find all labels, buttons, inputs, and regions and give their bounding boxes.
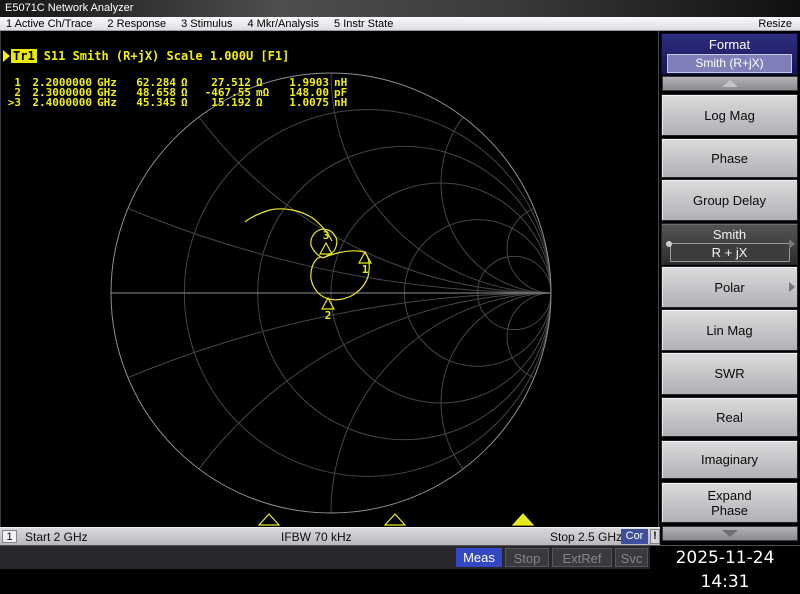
marker-row-3: >3 2.4000000 GHz 45.345 Ω 15.192 Ω 1.0075 nH (5, 96, 354, 109)
resize-button[interactable]: Resize (758, 18, 800, 30)
softkey-sub-value: R + jX (669, 242, 790, 262)
stop-frequency-label: Stop 2.5 GHz (550, 530, 623, 544)
menu-item-1[interactable]: 1 Active Ch/Trace (6, 18, 92, 30)
trace-tag[interactable]: Tr1 (11, 49, 37, 63)
softkey-scroll-up[interactable] (662, 76, 798, 91)
menu-item-2[interactable]: 2 Response (107, 18, 166, 30)
extref-status-badge: ExtRef (552, 548, 612, 567)
trace-title: S11 Smith (R+jX) Scale 1.000U [F1] (43, 49, 290, 63)
window-title: E5071C Network Analyzer (5, 2, 134, 14)
svc-status-badge: Svc (615, 548, 648, 567)
softkey-lin-mag[interactable]: Lin Mag (661, 309, 798, 351)
scroll-up-icon (722, 80, 738, 87)
menu-item-3[interactable]: 3 Stimulus (181, 18, 232, 30)
softkey-scroll-down[interactable] (662, 526, 798, 541)
marker-3-lc_unit: nH (334, 96, 348, 109)
softkey-label: Real (716, 409, 743, 425)
active-trace-arrow-icon (3, 50, 10, 62)
softkey-label: Lin Mag (706, 322, 753, 338)
softkey-label-line2: Phase (711, 502, 748, 518)
marker-number: 3 (323, 229, 330, 242)
menu-items: 1 Active Ch/Trace 2 Response 3 Stimulus 4 M… (0, 18, 758, 30)
softkey-group-delay[interactable]: Group Delay (661, 179, 798, 221)
softkey-log-mag[interactable]: Log Mag (661, 94, 798, 136)
marker-3-num: >3 (7, 96, 21, 109)
selected-dot-icon (666, 241, 672, 247)
softkey-menu-value: Smith (R+jX) (667, 54, 792, 73)
start-frequency-label: Start 2 GHz (25, 530, 88, 544)
softkey-label: Smith (712, 226, 747, 242)
instrument-status-bar: Meas Stop ExtRef Svc 2025-11-24 14:31 (0, 545, 800, 592)
softkey-smith[interactable]: Smith R + jX (661, 223, 798, 265)
marker-3-re: 45.345 (136, 96, 176, 109)
correction-badge: Cor (621, 529, 648, 544)
marker-table: 1 2.2000000 GHz 62.284 Ω 27.512 Ω 1.9903 nH 2 2.30… (5, 77, 354, 109)
alert-badge[interactable]: ! (650, 529, 660, 544)
submenu-arrow-icon (789, 239, 795, 249)
softkey-label: Group Delay (693, 192, 766, 208)
ifbw-label: IFBW 70 kHz (281, 530, 352, 544)
trace-marker-3: 3 (318, 229, 334, 255)
softkey-menu-title: Format (708, 37, 751, 52)
softkey-imaginary[interactable]: Imaginary (661, 440, 798, 479)
stop-status-badge: Stop (505, 548, 549, 567)
stimulus-marker-2-icon (383, 513, 407, 526)
softkey-expand-phase[interactable]: Expand Phase (661, 482, 798, 523)
softkey-menu-header: Format Smith (R+jX) (661, 33, 798, 75)
channel-indicator: 1 (2, 530, 17, 543)
softkey-label: Expand (707, 487, 752, 503)
softkey-real[interactable]: Real (661, 397, 798, 437)
menu-item-5[interactable]: 5 Instr State (334, 18, 393, 30)
marker-3-freq: 2.4000000 (32, 96, 92, 109)
marker-3-lc: 1.0075 (289, 96, 329, 109)
marker-triangle-icon (318, 241, 334, 255)
softkey-label: Imaginary (700, 452, 759, 467)
softkey-label: Phase (711, 150, 748, 166)
softkey-polar[interactable]: Polar (661, 266, 798, 308)
window-titlebar: E5071C Network Analyzer (0, 0, 800, 17)
meas-status-badge: Meas (456, 548, 502, 567)
menu-bar: 1 Active Ch/Trace 2 Response 3 Stimulus 4 M… (0, 17, 800, 31)
marker-number: 1 (362, 263, 369, 276)
menu-item-4[interactable]: 4 Mkr/Analysis (247, 18, 319, 30)
submenu-arrow-icon (789, 282, 795, 292)
softkey-label: Log Mag (704, 107, 755, 123)
marker-3-re_unit: Ω (181, 96, 188, 109)
softkey-phase[interactable]: Phase (661, 138, 798, 178)
scroll-down-icon (722, 530, 738, 537)
marker-number: 2 (325, 309, 332, 322)
softkey-sidebar: Format Smith (R+jX) Log Mag Phase Group De… (658, 31, 800, 541)
trace-header: Tr1 S11 Smith (R+jX) Scale 1.000U [F1] (3, 49, 289, 63)
marker-3-im_unit: Ω (256, 96, 263, 109)
marker-3-im: 15.192 (211, 96, 251, 109)
stimulus-marker-1-icon (257, 513, 281, 526)
smith-chart-area: 1 2 3 Tr1 S11 Smith (R+jX) Scale 1.000U [F… (0, 31, 660, 527)
softkey-swr[interactable]: SWR (661, 352, 798, 395)
softkey-label: Polar (714, 279, 745, 295)
marker-3-freq_unit: GHz (97, 96, 117, 109)
status-bar: 1 Start 2 GHz IFBW 70 kHz Stop 2.5 GHz C… (0, 527, 660, 545)
stimulus-marker-3-icon (511, 513, 535, 526)
datetime-display: 2025-11-24 14:31 (650, 546, 800, 592)
softkey-label: SWR (714, 366, 745, 381)
